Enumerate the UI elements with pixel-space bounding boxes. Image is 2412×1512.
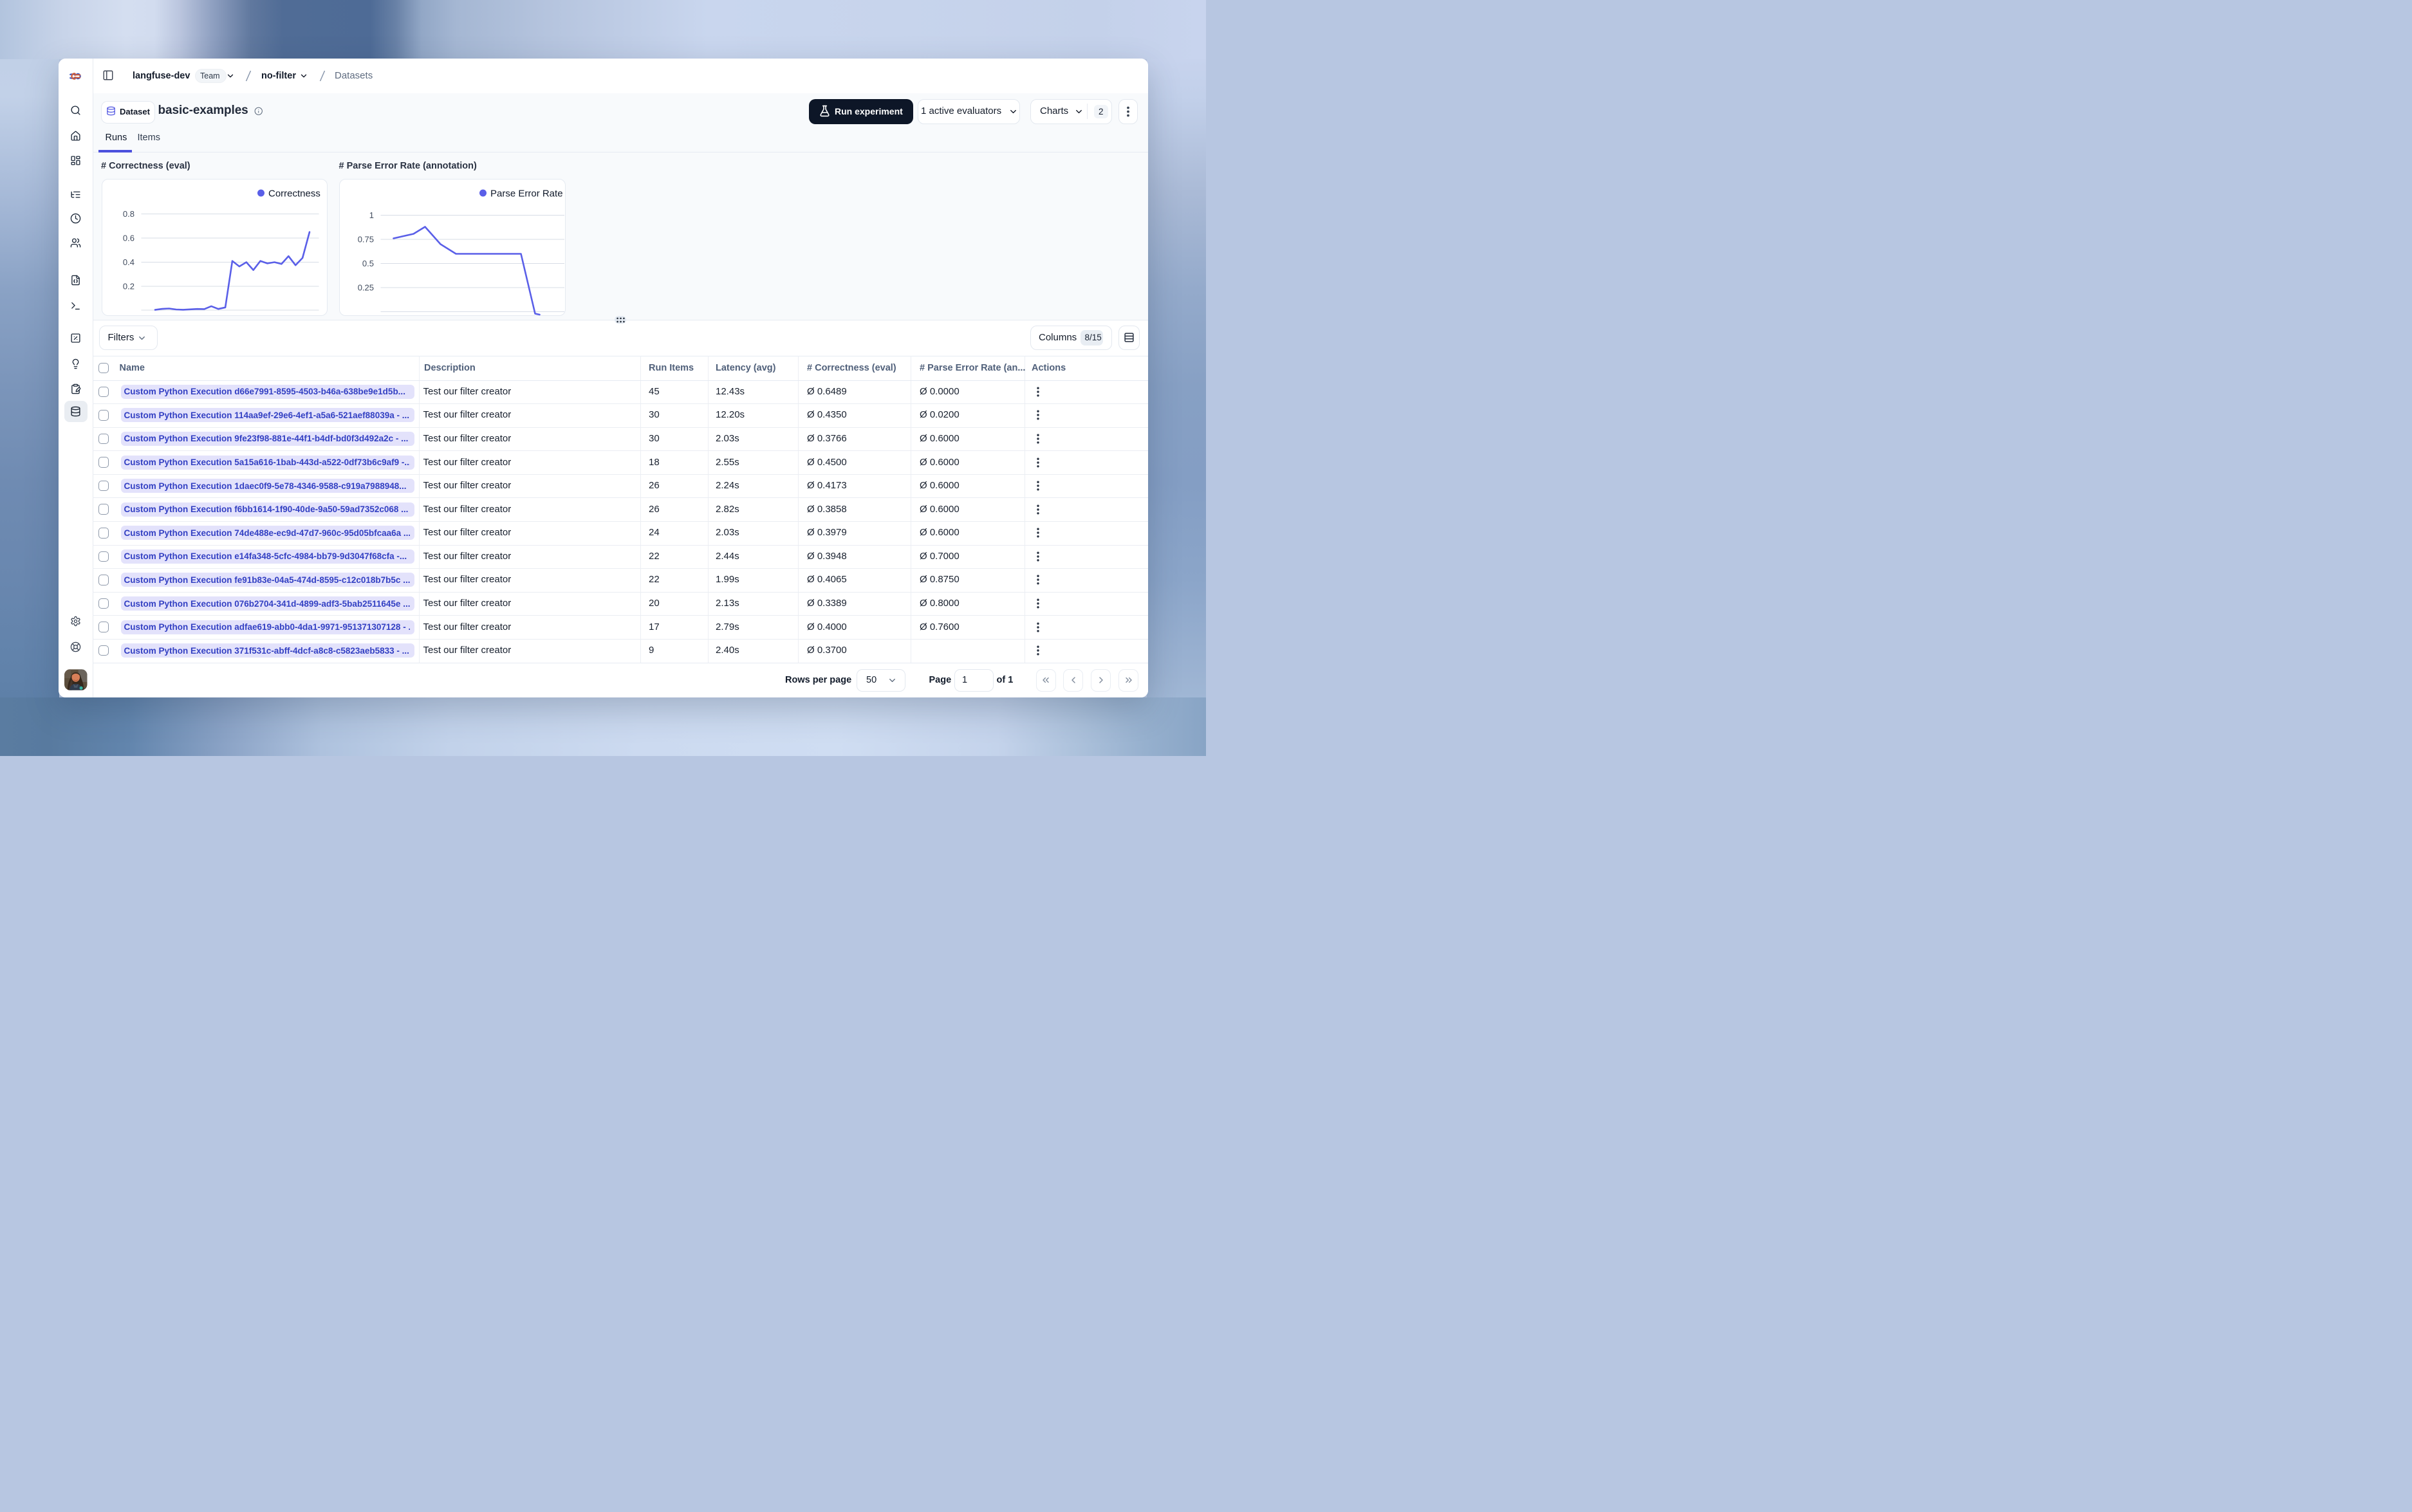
svg-text:Correctness: Correctness bbox=[268, 188, 320, 199]
svg-text:0.2: 0.2 bbox=[122, 281, 134, 291]
svg-text:0.6: 0.6 bbox=[122, 233, 134, 243]
svg-text:1: 1 bbox=[369, 210, 373, 220]
svg-text:Parse Error Rate: Parse Error Rate bbox=[490, 188, 563, 199]
svg-text:0.8: 0.8 bbox=[122, 209, 134, 219]
svg-text:0.5: 0.5 bbox=[362, 259, 373, 268]
svg-text:0.4: 0.4 bbox=[122, 257, 134, 267]
svg-text:0.75: 0.75 bbox=[357, 234, 373, 244]
svg-text:0.25: 0.25 bbox=[357, 282, 373, 292]
